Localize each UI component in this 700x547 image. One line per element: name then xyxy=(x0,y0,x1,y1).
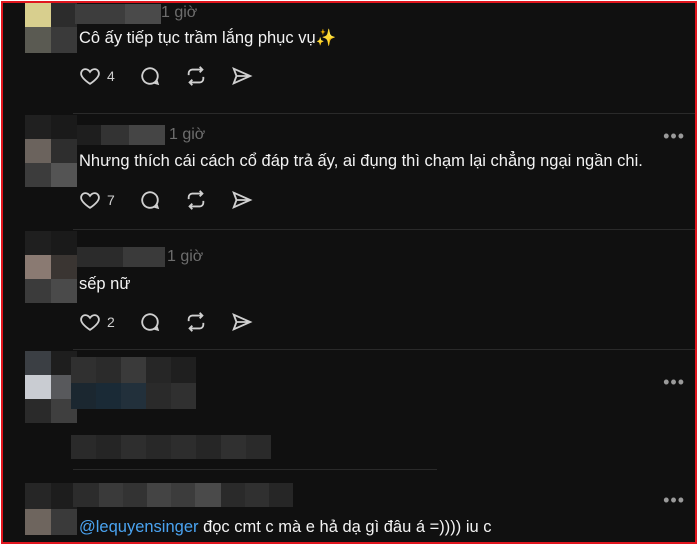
post-text: @lequyensinger đọc cmt c mà e hả dạ gì đ… xyxy=(79,518,492,537)
comment-button[interactable] xyxy=(139,65,161,87)
repost-button[interactable] xyxy=(185,189,207,211)
heart-icon xyxy=(80,68,100,85)
post-text-body: đọc cmt c mà e hả dạ gì đâu á =)))) iu c xyxy=(198,518,492,536)
reply-post: 1 giờ ••• Nhưng thích cái cách cổ đáp tr… xyxy=(3,115,695,227)
reply-post-redacted: ••• xyxy=(3,351,695,469)
like-count: 7 xyxy=(107,192,115,208)
username-redacted[interactable] xyxy=(77,247,165,267)
avatar[interactable] xyxy=(25,231,77,303)
comment-icon xyxy=(141,191,159,210)
post-time: 1 giờ xyxy=(167,248,204,265)
send-icon xyxy=(231,190,253,210)
comment-button[interactable] xyxy=(139,311,161,333)
reply-post: 1 giờ Cô ấy tiếp tục trầm lắng phục vụ✨ … xyxy=(3,3,695,111)
redacted-content xyxy=(71,435,271,459)
heart-icon xyxy=(80,314,100,331)
post-text: Nhưng thích cái cách cổ đáp trả ấy, ai đ… xyxy=(79,152,643,170)
avatar[interactable] xyxy=(25,483,77,535)
avatar[interactable] xyxy=(25,3,77,53)
username-redacted[interactable] xyxy=(73,483,293,507)
heart-icon xyxy=(80,192,100,209)
comment-icon xyxy=(141,67,159,86)
more-options-icon[interactable]: ••• xyxy=(663,127,685,145)
post-text: Cô ấy tiếp tục trầm lắng phục vụ✨ xyxy=(79,29,337,47)
avatar[interactable] xyxy=(25,115,77,187)
share-button[interactable] xyxy=(231,65,253,87)
like-button[interactable]: 4 xyxy=(79,65,115,87)
divider xyxy=(73,229,695,230)
post-time: 1 giờ xyxy=(161,4,198,21)
divider xyxy=(73,113,695,114)
share-button[interactable] xyxy=(231,311,253,333)
repost-button[interactable] xyxy=(185,311,207,333)
username-redacted[interactable] xyxy=(77,125,165,145)
username-redacted[interactable] xyxy=(75,4,161,24)
redacted-content xyxy=(71,357,196,409)
repost-button[interactable] xyxy=(185,65,207,87)
comment-icon xyxy=(141,313,159,332)
like-count: 2 xyxy=(107,314,115,330)
repost-icon xyxy=(187,312,205,332)
repost-icon xyxy=(187,190,205,210)
post-time: 1 giờ xyxy=(169,126,206,143)
action-bar: 7 xyxy=(79,189,277,211)
comment-button[interactable] xyxy=(139,189,161,211)
like-count: 4 xyxy=(107,68,115,84)
share-button[interactable] xyxy=(231,189,253,211)
reply-post: 1 giờ sếp nữ 2 xyxy=(3,231,695,343)
like-button[interactable]: 2 xyxy=(79,311,115,333)
repost-icon xyxy=(187,66,205,86)
divider xyxy=(73,349,695,350)
send-icon xyxy=(231,312,253,332)
more-options-icon[interactable]: ••• xyxy=(663,373,685,391)
more-options-icon[interactable]: ••• xyxy=(663,491,685,509)
divider xyxy=(73,469,437,470)
reply-post: ••• @lequyensinger đọc cmt c mà e hả dạ … xyxy=(3,473,695,542)
action-bar: 4 xyxy=(79,65,277,87)
send-icon xyxy=(231,66,253,86)
post-text: sếp nữ xyxy=(79,275,131,293)
mention-link[interactable]: @lequyensinger xyxy=(79,518,199,536)
avatar[interactable] xyxy=(25,351,77,423)
thread-replies-panel: 1 giờ Cô ấy tiếp tục trầm lắng phục vụ✨ … xyxy=(1,1,697,544)
like-button[interactable]: 7 xyxy=(79,189,115,211)
action-bar: 2 xyxy=(79,311,277,333)
